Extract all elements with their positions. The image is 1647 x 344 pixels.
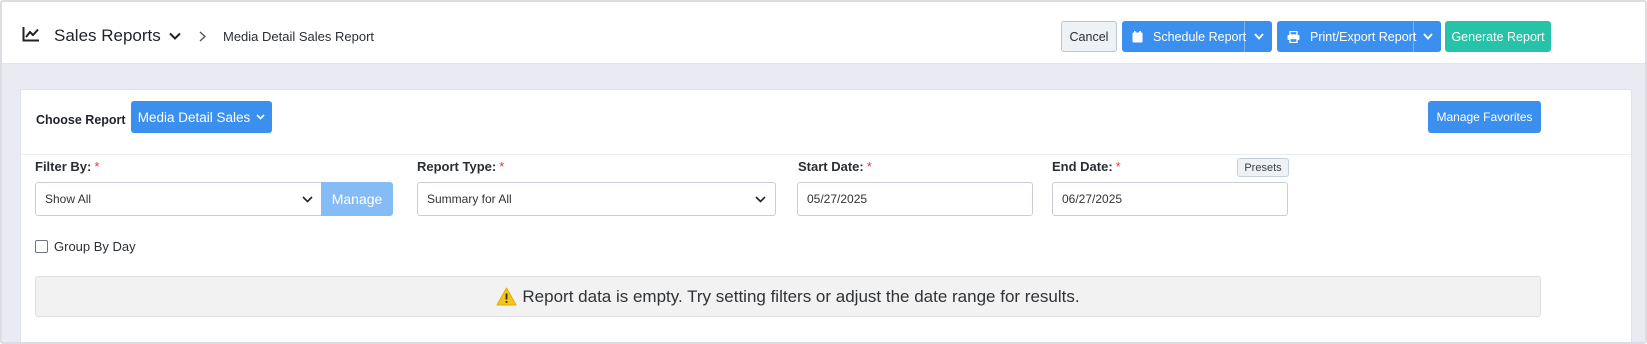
choose-report-label: Choose Report — [36, 113, 126, 127]
chart-line-icon — [22, 27, 39, 42]
presets-button[interactable]: Presets — [1237, 158, 1289, 177]
chevron-right-icon — [199, 31, 206, 42]
empty-report-alert: Report data is empty. Try setting filter… — [35, 276, 1541, 317]
chevron-down-icon — [256, 114, 265, 120]
choose-report-dropdown[interactable]: Media Detail Sales — [131, 101, 272, 133]
printer-icon — [1287, 30, 1300, 43]
chevron-down-icon — [302, 196, 313, 203]
manage-favorites-button[interactable]: Manage Favorites — [1428, 101, 1541, 133]
calendar-icon — [1132, 30, 1143, 42]
generate-report-button[interactable]: Generate Report — [1445, 21, 1551, 52]
warning-triangle-icon — [496, 287, 517, 306]
chevron-down-icon — [755, 196, 766, 203]
end-date-input[interactable]: 06/27/2025 — [1052, 182, 1288, 216]
app-title[interactable]: Sales Reports — [54, 26, 161, 46]
group-by-day-checkbox[interactable] — [35, 240, 48, 253]
chevron-down-icon — [1422, 33, 1433, 40]
selected-report-label: Media Detail Sales — [137, 109, 251, 125]
chevron-down-icon[interactable] — [169, 32, 181, 40]
chevron-down-icon — [1253, 33, 1264, 40]
start-date-value: 05/27/2025 — [807, 192, 868, 206]
report-panel: Choose Report Media Detail Sales Manage … — [20, 89, 1632, 342]
group-by-day-label[interactable]: Group By Day — [54, 239, 136, 254]
start-date-input[interactable]: 05/27/2025 — [797, 182, 1033, 216]
print-export-label: Print/Export Report — [1310, 29, 1417, 44]
schedule-report-label: Schedule Report — [1153, 29, 1247, 44]
filter-by-select[interactable]: Show All — [35, 182, 323, 216]
app-window: Sales Reports Media Detail Sales Report … — [0, 0, 1647, 344]
end-date-label: End Date: * — [1052, 159, 1121, 174]
cancel-button[interactable]: Cancel — [1061, 21, 1117, 52]
report-type-select[interactable]: Summary for All — [417, 182, 776, 216]
breadcrumb-current: Media Detail Sales Report — [223, 29, 375, 44]
end-date-value: 06/27/2025 — [1062, 192, 1123, 206]
report-type-label: Report Type: * — [417, 159, 505, 174]
report-type-value: Summary for All — [427, 192, 512, 206]
print-export-dropdown[interactable] — [1413, 21, 1441, 52]
alert-message: Report data is empty. Try setting filter… — [522, 286, 1080, 306]
report-chooser-row: Choose Report Media Detail Sales Manage … — [21, 90, 1631, 155]
top-header: Sales Reports Media Detail Sales Report … — [2, 2, 1645, 64]
start-date-label: Start Date: * — [798, 159, 872, 174]
manage-filter-button[interactable]: Manage — [321, 182, 393, 216]
filter-by-label: Filter By: * — [35, 159, 100, 174]
schedule-report-dropdown[interactable] — [1244, 21, 1272, 52]
filter-by-value: Show All — [45, 192, 92, 206]
